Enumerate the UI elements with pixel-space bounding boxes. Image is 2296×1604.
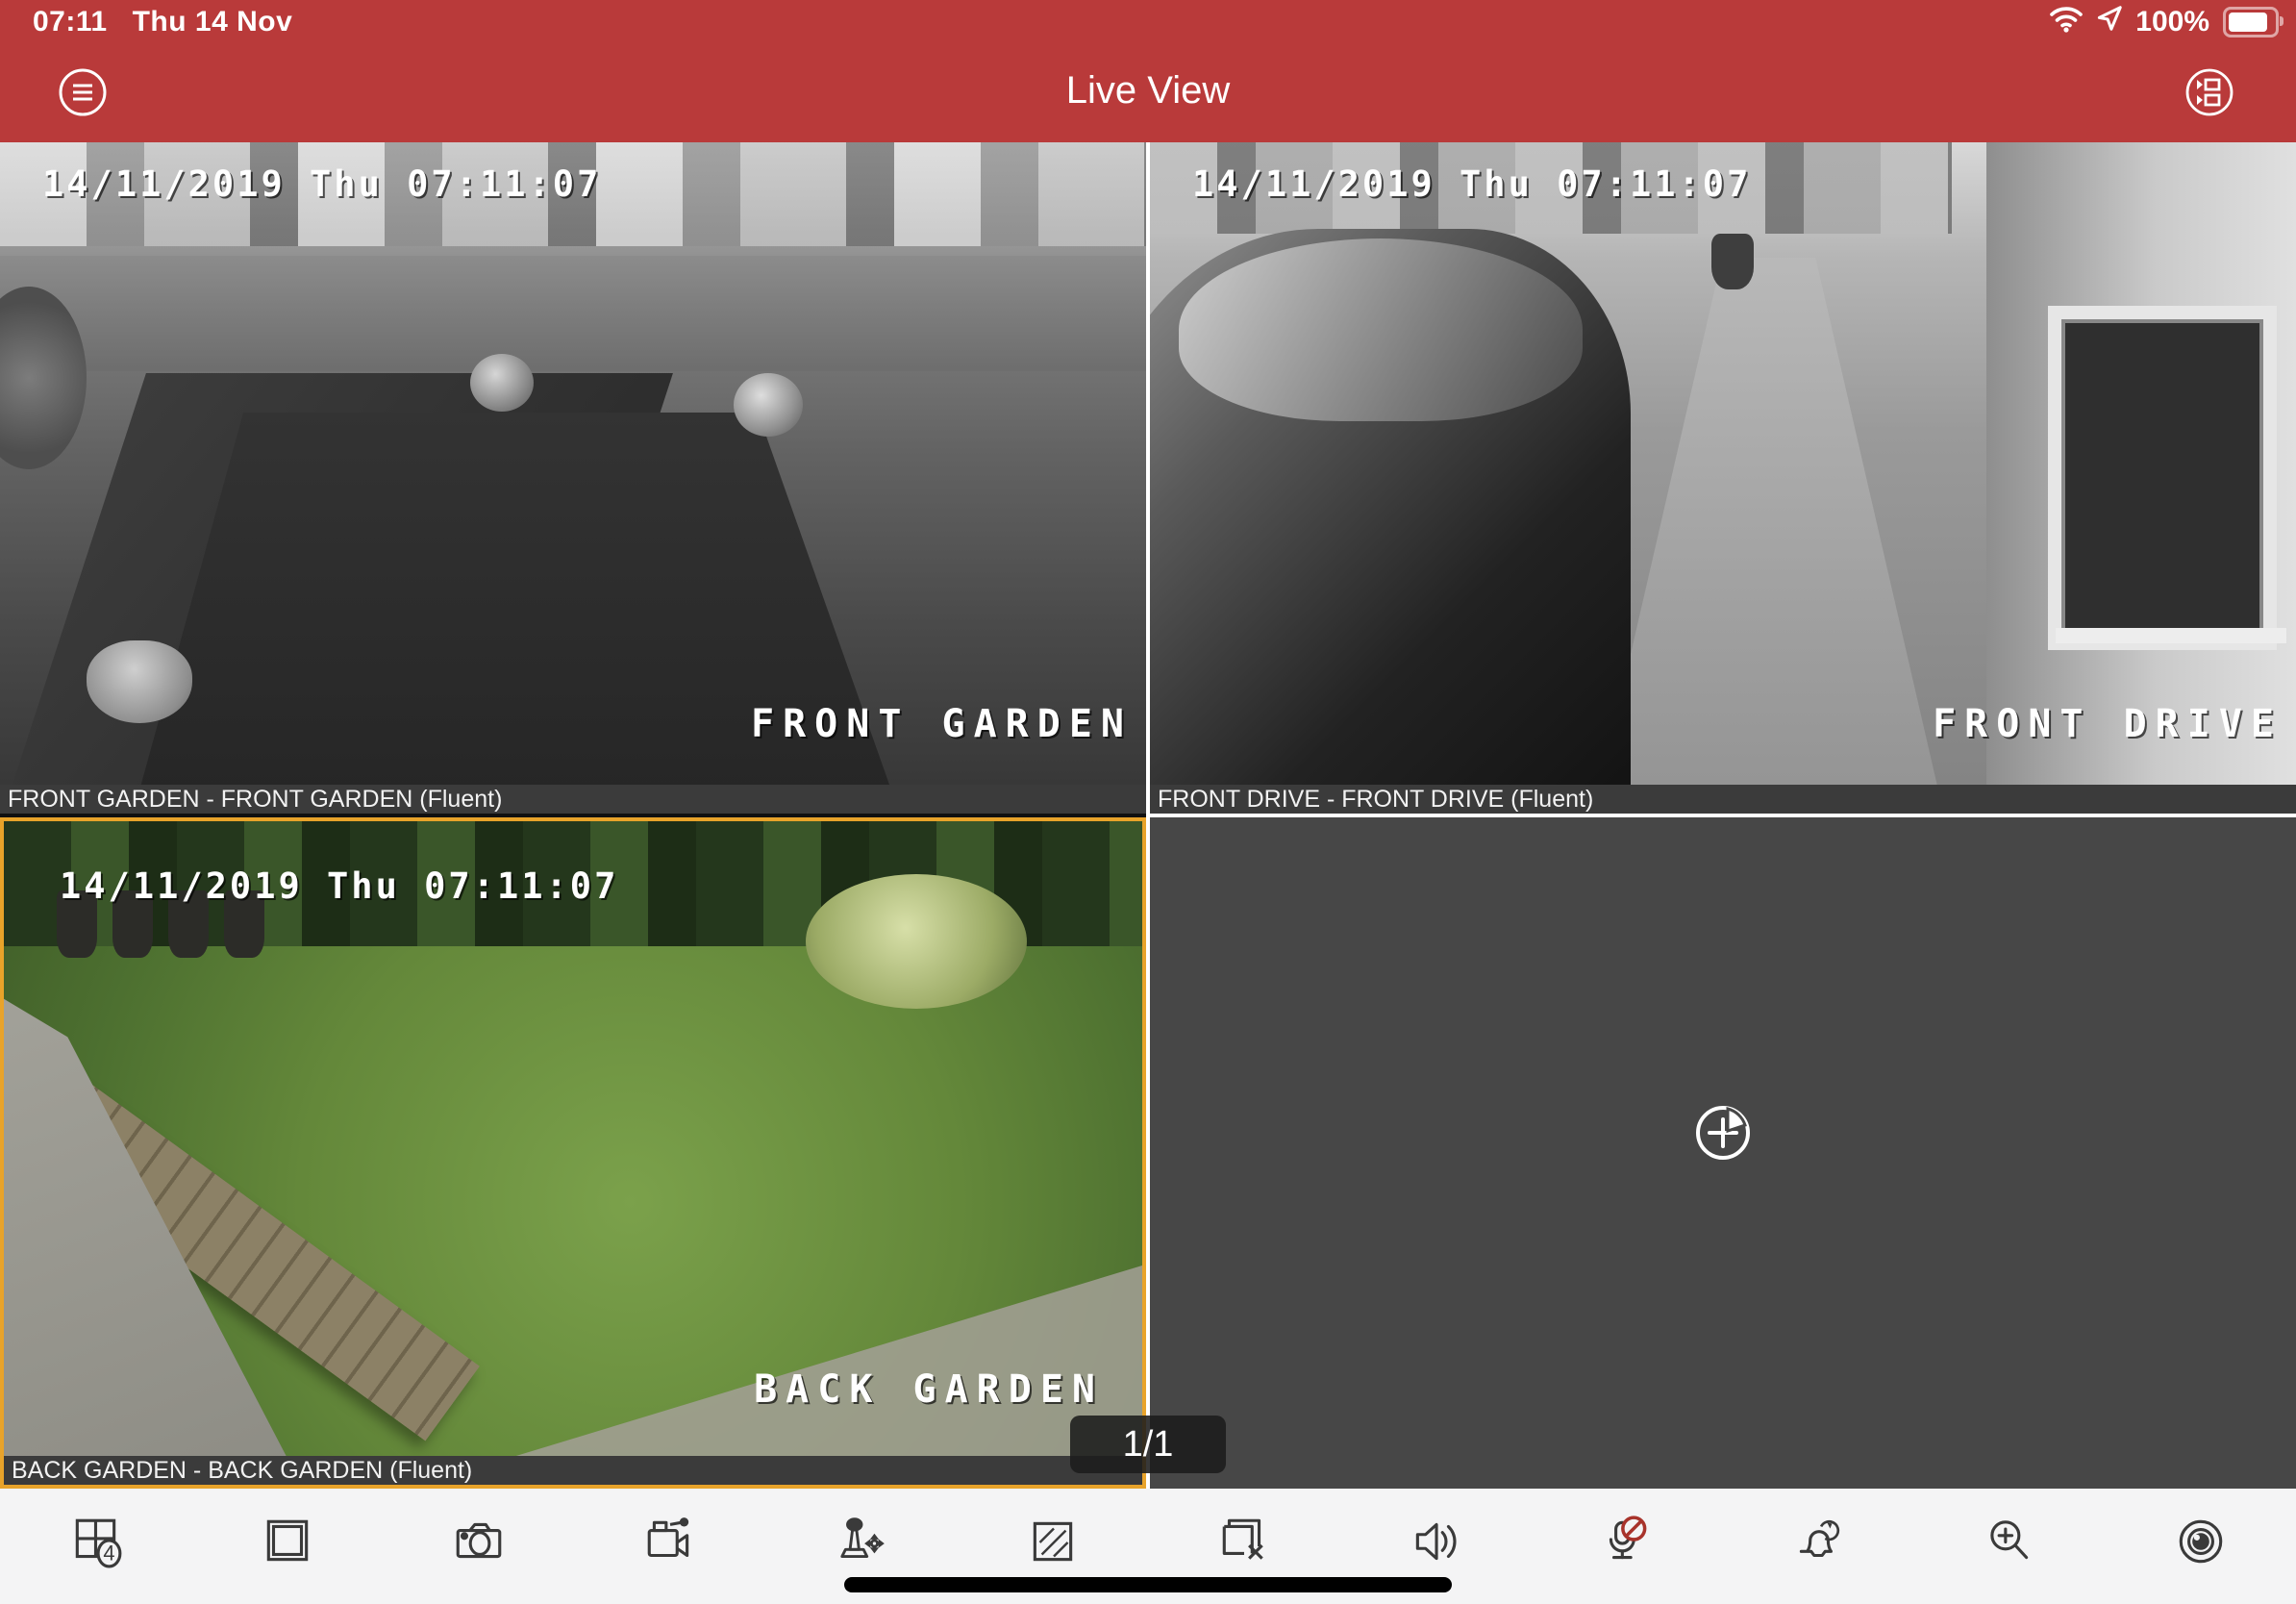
camera-pane-front-garden[interactable]: 14/11/2019 Thu 07:11:07 FRONT GARDEN FRO… <box>0 142 1146 814</box>
ptz-joystick-icon <box>834 1514 889 1574</box>
scene-pot <box>87 640 192 723</box>
page-indicator: 1/1 <box>1070 1416 1226 1473</box>
scene-bush <box>806 874 1027 1009</box>
status-bar: 07:11 Thu 14 Nov 100% <box>0 0 2296 42</box>
pane-divider-horizontal <box>1150 814 2296 817</box>
window-count: 4 <box>103 1541 114 1566</box>
osd-timestamp: 14/11/2019 Thu 07:11:07 <box>60 865 618 907</box>
video-feed[interactable]: 14/11/2019 Thu 07:11:07 BACK GARDEN <box>4 821 1142 1456</box>
scene-bush <box>734 373 803 437</box>
status-time: 07:11 <box>33 6 108 38</box>
snapshot-button[interactable] <box>383 1489 574 1604</box>
live-view-screen: 07:11 Thu 14 Nov 100% <box>0 0 2296 1604</box>
osd-timestamp: 14/11/2019 Thu 07:11:07 <box>1192 163 1751 205</box>
osd-camera-name: FRONT DRIVE <box>1933 702 2283 746</box>
scene-road <box>0 256 1146 371</box>
add-camera-button[interactable] <box>1685 1095 1760 1170</box>
alarm-bell-icon <box>1790 1514 1846 1574</box>
osd-timestamp: 14/11/2019 Thu 07:11:07 <box>42 163 601 205</box>
grid-4-icon: 4 <box>68 1514 124 1574</box>
camera-list-button[interactable] <box>2184 67 2234 117</box>
camera-list-icon <box>2184 105 2234 121</box>
camera-label: FRONT GARDEN - FRONT GARDEN (Fluent) <box>0 785 1146 814</box>
osd-camera-name: BACK GARDEN <box>754 1367 1104 1412</box>
scene-window-sill <box>2056 628 2286 643</box>
camera-pane-empty[interactable] <box>1150 817 2296 1489</box>
osd-camera-name: FRONT GARDEN <box>751 702 1133 746</box>
camera-label: BACK GARDEN - BACK GARDEN (Fluent) <box>4 1456 1142 1485</box>
add-camera-icon <box>1685 1158 1760 1174</box>
single-window-icon <box>260 1514 315 1574</box>
video-camera-icon <box>642 1514 698 1574</box>
fisheye-button[interactable] <box>2105 1489 2296 1604</box>
location-arrow-icon <box>2095 4 2124 40</box>
zoom-in-icon <box>1982 1514 2037 1574</box>
image-quality-icon <box>1025 1514 1081 1574</box>
speaker-icon <box>1408 1514 1463 1574</box>
record-button[interactable] <box>574 1489 765 1604</box>
wifi-icon <box>2049 4 2084 40</box>
close-window-icon <box>1216 1514 1272 1574</box>
video-feed[interactable]: 14/11/2019 Thu 07:11:07 FRONT GARDEN <box>0 142 1146 785</box>
video-feed[interactable]: 14/11/2019 Thu 07:11:07 FRONT DRIVE <box>1150 142 2296 785</box>
camera-pane-front-drive[interactable]: 14/11/2019 Thu 07:11:07 FRONT DRIVE FRON… <box>1150 142 2296 814</box>
scene-planter <box>1711 234 1754 289</box>
fisheye-icon <box>2173 1514 2229 1574</box>
camera-pane-back-garden-selected[interactable]: 14/11/2019 Thu 07:11:07 BACK GARDEN BACK… <box>0 817 1146 1489</box>
nav-bar: Live View <box>0 42 2296 142</box>
status-date: Thu 14 Nov <box>133 6 293 38</box>
window-division-button[interactable]: 4 <box>0 1489 191 1604</box>
single-window-button[interactable] <box>191 1489 383 1604</box>
mic-disabled-icon <box>1599 1514 1655 1574</box>
camera-icon <box>451 1514 507 1574</box>
home-indicator[interactable] <box>844 1577 1452 1592</box>
scene-car-roof <box>1179 238 1583 421</box>
scene-bush <box>470 354 534 412</box>
digital-zoom-button[interactable] <box>1913 1489 2105 1604</box>
two-way-audio-button[interactable] <box>1531 1489 1722 1604</box>
scene-window <box>2048 306 2277 650</box>
page-title: Live View <box>0 69 2296 113</box>
alarm-output-button[interactable] <box>1722 1489 1913 1604</box>
battery-icon <box>2223 7 2279 38</box>
battery-percent: 100% <box>2135 6 2209 38</box>
camera-label: FRONT DRIVE - FRONT DRIVE (Fluent) <box>1150 785 2296 814</box>
